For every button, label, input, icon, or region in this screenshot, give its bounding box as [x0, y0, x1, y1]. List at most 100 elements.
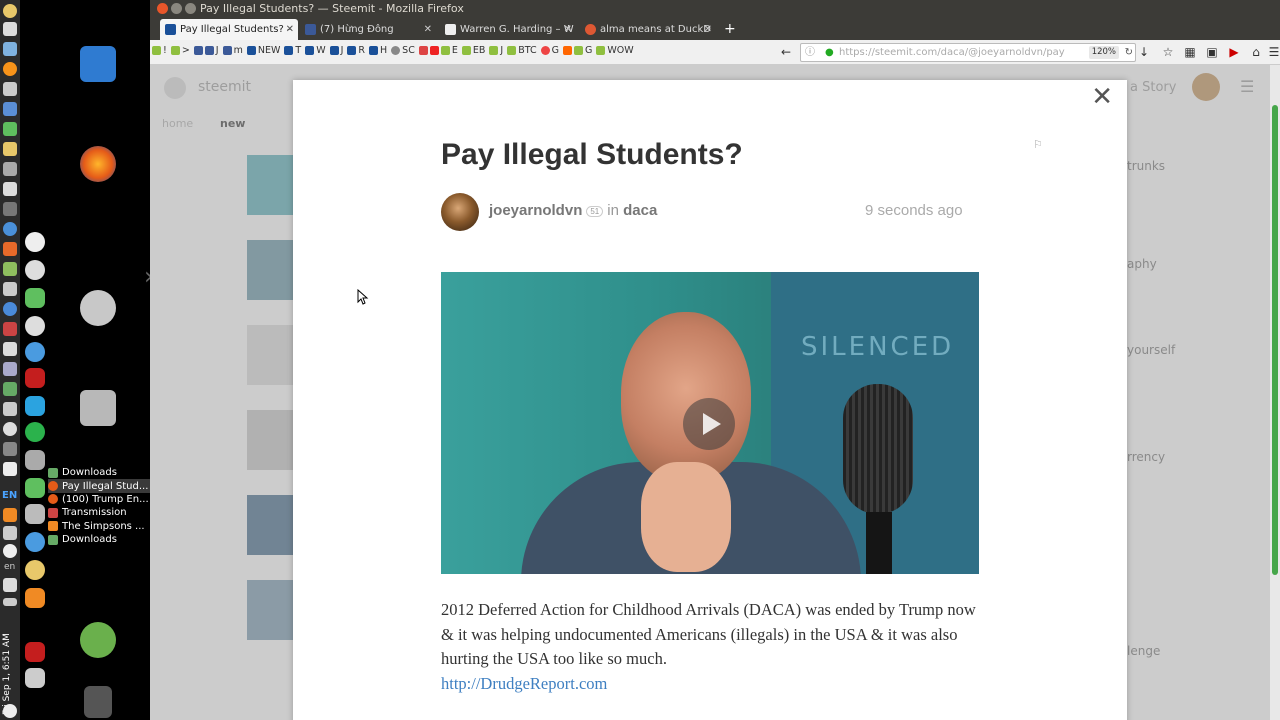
app-icon[interactable] — [25, 478, 45, 498]
chromium-icon[interactable] — [3, 302, 17, 316]
task-item[interactable]: (100) Trump En... — [48, 493, 150, 506]
indicator-icon[interactable] — [3, 4, 17, 18]
indicator-icon[interactable] — [3, 102, 17, 116]
keyboard-layout-indicator[interactable]: EN — [2, 490, 17, 501]
indicator-icon[interactable] — [3, 42, 17, 56]
atom-icon[interactable] — [25, 342, 45, 362]
task-item[interactable]: Pay Illegal Stud... — [48, 479, 150, 493]
power-icon[interactable] — [3, 704, 17, 718]
minimize-window-button[interactable] — [171, 3, 182, 14]
indicator-icon[interactable] — [3, 362, 17, 376]
vlc-icon[interactable] — [25, 588, 45, 608]
indicator-icon[interactable] — [3, 442, 17, 456]
bookmark-item[interactable]: BTC — [507, 45, 537, 56]
webcam-icon[interactable] — [25, 316, 45, 336]
bookmark-item[interactable]: J — [329, 45, 343, 56]
obs-icon[interactable] — [25, 232, 45, 252]
drudge-report-link[interactable]: http://DrudgeReport.com — [441, 674, 607, 693]
task-item[interactable]: The Simpsons ... — [48, 520, 150, 533]
indicator-icon[interactable] — [3, 22, 17, 36]
bookmark-star-icon[interactable]: ☆ — [1160, 44, 1176, 60]
close-tab-icon[interactable]: ✕ — [564, 19, 572, 40]
close-tab-icon[interactable]: ✕ — [424, 19, 432, 40]
indicator-icon[interactable] — [3, 342, 17, 356]
author-link[interactable]: joeyarnoldvn — [489, 202, 582, 219]
new-tab-button[interactable]: + — [724, 19, 736, 39]
network-icon[interactable] — [3, 544, 17, 558]
home-icon[interactable]: ⌂ — [1248, 44, 1264, 60]
indicator-icon[interactable] — [3, 526, 17, 540]
app-icon[interactable] — [25, 288, 45, 308]
flag-icon[interactable]: ⚐ — [1033, 138, 1043, 151]
bookmark-item[interactable]: J — [193, 45, 219, 56]
task-item[interactable]: Downloads — [48, 533, 150, 546]
reload-icon[interactable]: ↻ — [1125, 44, 1133, 61]
indicator-icon[interactable] — [3, 402, 17, 416]
firefox-icon[interactable] — [80, 146, 116, 182]
indicator-icon[interactable] — [3, 162, 17, 176]
url-bar[interactable]: ⓘ ● https://steemit.com/daca/@joeyarnold… — [800, 43, 1136, 62]
bookmark-item[interactable]: WOW — [596, 45, 634, 56]
indicator-icon[interactable] — [3, 222, 17, 236]
filezilla-icon[interactable] — [25, 368, 45, 388]
screenshot-icon[interactable]: ▣ — [1204, 44, 1220, 60]
indicator-icon[interactable] — [3, 262, 17, 276]
indicator-icon[interactable] — [3, 122, 17, 136]
indicator-icon[interactable] — [3, 322, 17, 336]
filezilla-icon[interactable] — [25, 642, 45, 662]
volume-icon[interactable] — [3, 578, 17, 592]
ubuntu-icon[interactable] — [80, 290, 116, 326]
indicator-icon[interactable] — [3, 422, 17, 436]
folder-arrow-icon[interactable] — [80, 622, 116, 658]
bookmark-item[interactable]: m — [222, 45, 243, 56]
app-icon[interactable] — [25, 396, 45, 416]
window-titlebar[interactable]: Pay Illegal Students? — Steemit - Mozill… — [150, 0, 1280, 18]
app-icon[interactable] — [25, 560, 45, 580]
atom-icon[interactable] — [25, 532, 45, 552]
category-link[interactable]: daca — [623, 202, 657, 219]
app-icon[interactable] — [25, 504, 45, 524]
bookmark-item[interactable]: EB — [461, 45, 485, 56]
bookmark-item[interactable]: SC — [391, 45, 415, 56]
scrollbar-thumb[interactable] — [1272, 105, 1278, 575]
indicator-icon[interactable] — [3, 202, 17, 216]
play-icon[interactable] — [683, 398, 735, 450]
indicator-icon[interactable] — [3, 282, 17, 296]
indicator-icon[interactable] — [3, 242, 17, 256]
task-item[interactable]: Transmission — [48, 506, 150, 519]
bitcoin-icon[interactable] — [3, 62, 17, 76]
bookmark-item[interactable]: G — [562, 45, 592, 56]
vlc-icon[interactable] — [3, 508, 17, 522]
indicator-icon[interactable] — [3, 382, 17, 396]
bookmark-item[interactable]: E — [418, 45, 458, 56]
page-scrollbar[interactable] — [1270, 65, 1280, 720]
archive-icon[interactable] — [80, 390, 116, 426]
language-indicator[interactable]: en — [4, 562, 15, 572]
bookmark-item[interactable]: G — [540, 45, 559, 56]
bookmark-item[interactable]: T — [284, 45, 301, 56]
bookmark-item[interactable]: NEW — [246, 45, 280, 56]
telegram-icon[interactable] — [25, 422, 45, 442]
menu-icon[interactable]: ☰ — [1266, 44, 1280, 60]
app-icon[interactable] — [25, 450, 45, 470]
document-editor-icon[interactable] — [80, 46, 116, 82]
trash-icon[interactable] — [84, 686, 112, 718]
tab-wikipedia[interactable]: Warren G. Harding – W ✕ — [440, 19, 576, 40]
download-icon[interactable]: ↓ — [1136, 44, 1152, 60]
indicator-icon[interactable] — [3, 142, 17, 156]
task-item[interactable]: Downloads — [48, 466, 150, 479]
maximize-window-button[interactable] — [185, 3, 196, 14]
close-icon[interactable]: ✕ — [1091, 82, 1113, 112]
bookmark-item[interactable]: R — [347, 45, 365, 56]
bookmark-item[interactable]: > — [170, 45, 190, 56]
author-avatar[interactable] — [441, 193, 479, 231]
indicator-icon[interactable] — [3, 182, 17, 196]
close-tab-icon[interactable]: ✕ — [704, 19, 712, 40]
tab-steemit[interactable]: Pay Illegal Students? – ✕ — [160, 19, 298, 40]
post-timestamp[interactable]: 9 seconds ago — [865, 202, 963, 219]
video-embed[interactable]: SILENCED — [441, 272, 979, 574]
library-icon[interactable]: ▦ — [1182, 44, 1198, 60]
close-window-button[interactable] — [157, 3, 168, 14]
tab-facebook[interactable]: (7) Hừng Đông ✕ — [300, 19, 436, 40]
close-tab-icon[interactable]: ✕ — [286, 19, 294, 40]
